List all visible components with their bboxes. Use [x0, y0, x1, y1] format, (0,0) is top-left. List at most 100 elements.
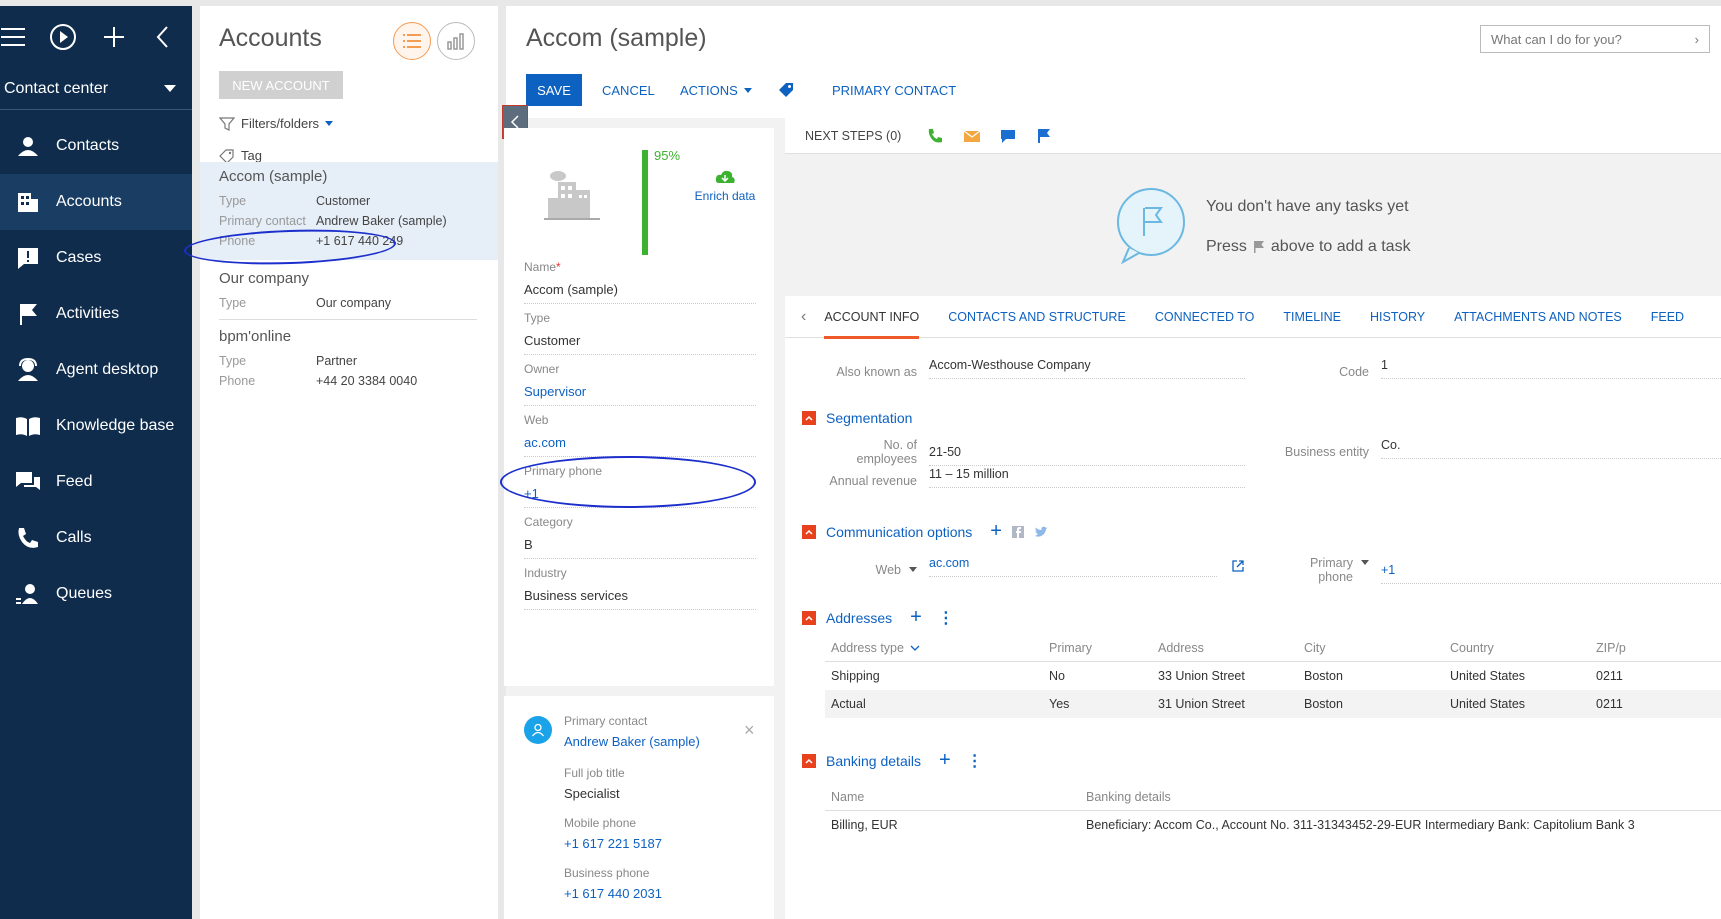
column-header[interactable]: ZIP/p: [1590, 641, 1680, 655]
chevron-left-icon[interactable]: ‹: [801, 308, 806, 326]
field-label: Annual revenue: [829, 474, 917, 488]
list-item[interactable]: Our company Type Our company: [200, 264, 498, 318]
chevron-down-icon[interactable]: [1361, 560, 1369, 565]
facebook-icon[interactable]: [1011, 525, 1024, 538]
plus-icon[interactable]: [101, 19, 126, 55]
field-value[interactable]: Supervisor: [524, 384, 756, 399]
more-options-icon[interactable]: ⋮: [938, 608, 954, 628]
column-header[interactable]: City: [1298, 641, 1444, 655]
nav-item-cases[interactable]: Cases: [0, 230, 192, 286]
tab-connected-to[interactable]: CONNECTED TO: [1155, 296, 1255, 338]
flag-icon[interactable]: [1035, 127, 1053, 145]
external-link-icon[interactable]: [1231, 559, 1245, 573]
search-placeholder: What can I do for you?: [1491, 32, 1622, 47]
column-header[interactable]: Primary: [1043, 641, 1152, 655]
account-name: Our company: [219, 270, 310, 287]
tab-history[interactable]: HISTORY: [1370, 296, 1425, 338]
field-value[interactable]: ac.com: [929, 556, 1217, 577]
employees-field[interactable]: No. of employees 21-50: [825, 438, 1245, 466]
list-item[interactable]: bpm'online Type Partner Phone +44 20 3384 …: [200, 322, 498, 394]
filters-folders-button[interactable]: Filters/folders: [219, 116, 334, 131]
mobile-phone-value[interactable]: +1 617 221 5187: [564, 836, 662, 851]
menu-icon[interactable]: [0, 19, 25, 55]
web-field[interactable]: Web ac.com: [825, 556, 1245, 577]
contact-name[interactable]: Andrew Baker (sample): [564, 734, 700, 749]
tab-attachments-and-notes[interactable]: ATTACHMENTS AND NOTES: [1454, 296, 1622, 338]
business-phone-value[interactable]: +1 617 440 2031: [564, 886, 662, 901]
column-header[interactable]: Address type: [825, 641, 1043, 655]
group-title: Communication options: [826, 523, 973, 540]
close-icon[interactable]: ×: [744, 720, 755, 741]
column-header[interactable]: Banking details: [1080, 790, 1721, 804]
completeness-bar: [642, 150, 648, 255]
message-icon[interactable]: [999, 127, 1017, 145]
nav-item-feed[interactable]: Feed: [0, 454, 192, 510]
add-icon[interactable]: +: [990, 520, 1002, 543]
web-field[interactable]: Web ac.com: [524, 413, 756, 457]
annual-revenue-field[interactable]: Annual revenue 11 – 15 million: [825, 467, 1245, 488]
workspace-selector[interactable]: Contact center: [0, 68, 192, 110]
banking-details-group[interactable]: Banking details + ⋮: [802, 749, 983, 772]
new-account-button[interactable]: NEW ACCOUNT: [219, 71, 343, 99]
nav-item-activities[interactable]: Activities: [0, 286, 192, 342]
nav-item-queues[interactable]: Queues: [0, 566, 192, 622]
field-value[interactable]: +1: [1381, 563, 1721, 584]
nav-item-contacts[interactable]: Contacts: [0, 118, 192, 174]
nav-item-knowledge-base[interactable]: Knowledge base: [0, 398, 192, 454]
column-header[interactable]: Address: [1152, 641, 1298, 655]
tag-icon[interactable]: [778, 74, 794, 106]
analytics-view-button[interactable]: [437, 22, 475, 60]
job-title-value: Specialist: [564, 786, 620, 801]
type-field[interactable]: Type Customer: [524, 311, 756, 355]
primary-phone-field[interactable]: Primary phone +1: [1275, 556, 1721, 584]
industry-field[interactable]: Industry Business services: [524, 566, 756, 610]
list-view-button[interactable]: [393, 22, 431, 60]
collapse-nav-icon[interactable]: [151, 19, 176, 55]
email-icon[interactable]: [963, 127, 981, 145]
segmentation-group[interactable]: Segmentation: [802, 410, 912, 426]
owner-field[interactable]: Owner Supervisor: [524, 362, 756, 406]
addresses-group[interactable]: Addresses + ⋮: [802, 606, 954, 629]
field-value[interactable]: ac.com: [524, 435, 756, 450]
nav-item-calls[interactable]: Calls: [0, 510, 192, 566]
save-button[interactable]: SAVE: [526, 74, 582, 106]
table-row[interactable]: Billing, EUR Beneficiary: Accom Co., Acc…: [825, 811, 1721, 839]
field-label: No. of employees: [856, 438, 917, 466]
field-label: Also known as: [836, 365, 917, 379]
command-line-input[interactable]: What can I do for you? ›: [1480, 25, 1710, 53]
group-title: Addresses: [826, 609, 893, 626]
code-field[interactable]: Code 1: [1275, 358, 1721, 379]
tab-account-info[interactable]: ACCOUNT INFO: [824, 296, 919, 339]
name-field[interactable]: Name* Accom (sample): [524, 260, 756, 304]
table-row[interactable]: Actual Yes 31 Union Street Boston United…: [825, 690, 1721, 718]
tag-button[interactable]: Tag: [219, 148, 262, 163]
category-field[interactable]: Category B: [524, 515, 756, 559]
column-header[interactable]: Country: [1444, 641, 1590, 655]
hint-text: above to add a task: [1270, 238, 1411, 255]
nav-item-accounts[interactable]: Accounts: [0, 174, 192, 230]
chevron-down-icon[interactable]: [909, 567, 917, 572]
more-options-icon[interactable]: ⋮: [967, 751, 983, 771]
call-icon[interactable]: [927, 127, 945, 145]
tab-feed[interactable]: FEED: [1651, 296, 1684, 338]
nav-item-label: Calls: [56, 529, 92, 546]
column-header[interactable]: Name: [825, 790, 1080, 804]
nav-item-agent-desktop[interactable]: Agent desktop: [0, 342, 192, 398]
play-icon[interactable]: [49, 19, 77, 55]
actions-button[interactable]: ACTIONS: [680, 74, 752, 106]
table-header: Address type Primary Address City Countr…: [825, 634, 1721, 662]
primary-contact-button[interactable]: PRIMARY CONTACT: [832, 74, 956, 106]
annotation-circle: [500, 456, 756, 508]
business-entity-field[interactable]: Business entity Co.: [1275, 438, 1721, 459]
tab-contacts-and-structure[interactable]: CONTACTS AND STRUCTURE: [948, 296, 1126, 338]
account-name: Accom (sample): [219, 168, 328, 185]
add-icon[interactable]: +: [910, 606, 922, 629]
add-icon[interactable]: +: [939, 749, 951, 772]
cancel-button[interactable]: CANCEL: [602, 74, 655, 106]
communication-options-group[interactable]: Communication options +: [802, 520, 1048, 543]
also-known-as-field[interactable]: Also known as Accom-Westhouse Company: [825, 358, 1245, 379]
enrich-data-button[interactable]: Enrich data: [686, 168, 764, 203]
table-row[interactable]: Shipping No 33 Union Street Boston Unite…: [825, 662, 1721, 690]
tab-timeline[interactable]: TIMELINE: [1283, 296, 1341, 338]
twitter-icon[interactable]: [1034, 526, 1048, 538]
